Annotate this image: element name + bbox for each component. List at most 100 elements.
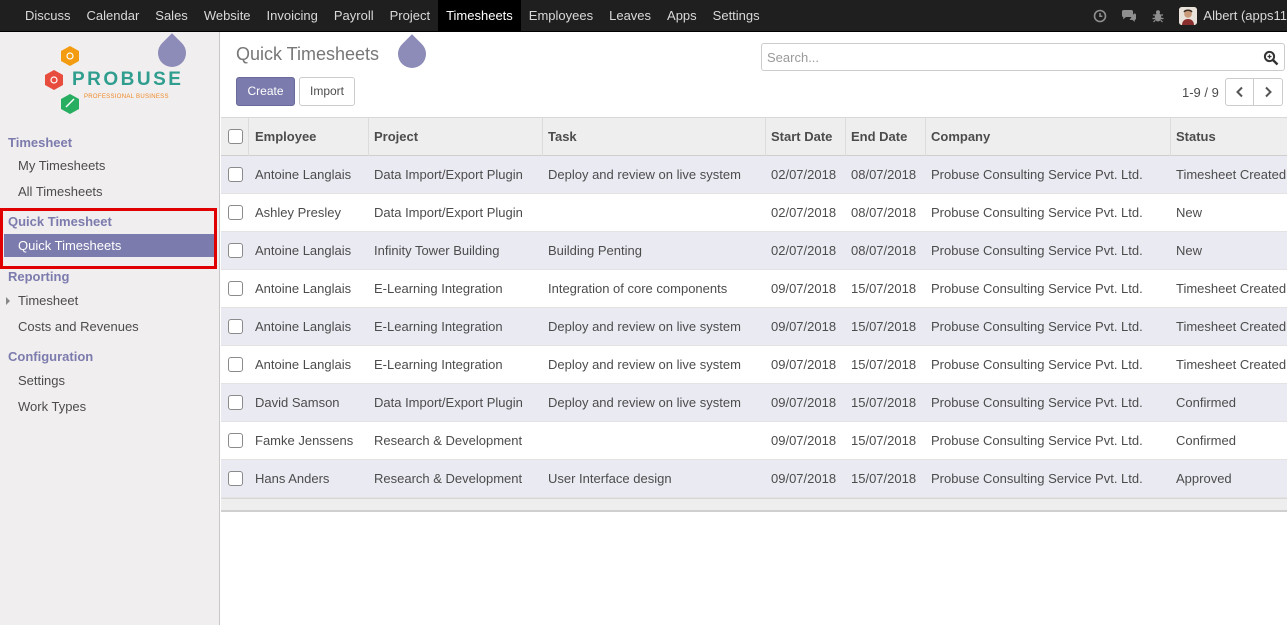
cell-end-date: 08/07/2018	[851, 167, 917, 182]
section-reporting: Reporting	[8, 269, 70, 284]
avatar	[1179, 6, 1198, 25]
clock-icon[interactable]	[1085, 0, 1114, 31]
cell-start-date: 09/07/2018	[771, 471, 837, 486]
select-all-checkbox[interactable]	[228, 129, 243, 144]
cell-task: Deploy and review on live system	[548, 357, 741, 372]
create-button[interactable]: Create	[236, 77, 295, 106]
cell-employee: Famke Jenssens	[255, 433, 354, 448]
cell-end-date: 08/07/2018	[851, 243, 917, 258]
table-footer	[221, 498, 1287, 512]
cell-status: Timesheet Created	[1176, 319, 1287, 334]
menu-settings[interactable]: Settings	[705, 0, 768, 31]
menu-discuss[interactable]: Discuss	[17, 0, 79, 31]
cell-employee: Antoine Langlais	[255, 319, 352, 334]
app-menu: Discuss Calendar Sales Website Invoicing…	[17, 0, 768, 31]
search-icon[interactable]	[1263, 50, 1279, 66]
cell-employee: David Samson	[255, 395, 340, 410]
logo-brand: PROBUSE	[72, 69, 184, 90]
table-row[interactable]: David Samson Data Import/Export Plugin Dep…	[221, 384, 1287, 422]
search-input[interactable]	[767, 48, 1247, 66]
sidebar-item-my-timesheets[interactable]: My Timesheets	[18, 158, 105, 173]
cell-task: Building Penting	[548, 243, 642, 258]
table-row[interactable]: Antoine Langlais E-Learning Integration De…	[221, 346, 1287, 384]
table-row[interactable]: Hans Anders Research & Development User In…	[221, 460, 1287, 498]
row-checkbox[interactable]	[228, 357, 243, 372]
row-checkbox[interactable]	[228, 243, 243, 258]
row-checkbox[interactable]	[228, 167, 243, 182]
cell-end-date: 15/07/2018	[851, 395, 917, 410]
table-header: Employee Project Task Start Date End Dat…	[221, 117, 1287, 156]
sidebar-item-costs-revenues[interactable]: Costs and Revenues	[18, 319, 139, 334]
row-checkbox[interactable]	[228, 205, 243, 220]
cell-company: Probuse Consulting Service Pvt. Ltd.	[931, 471, 1143, 486]
drop-marker-icon	[392, 34, 432, 74]
cell-task: Deploy and review on live system	[548, 395, 741, 410]
menu-leaves[interactable]: Leaves	[601, 0, 659, 31]
import-button[interactable]: Import	[299, 77, 355, 106]
chat-icon[interactable]	[1114, 0, 1143, 31]
column-status[interactable]: Status	[1170, 118, 1287, 156]
row-checkbox[interactable]	[228, 433, 243, 448]
column-employee[interactable]: Employee	[249, 118, 369, 156]
cell-end-date: 08/07/2018	[851, 205, 917, 220]
user-menu[interactable]: Albert (apps11	[1172, 0, 1287, 31]
cell-start-date: 09/07/2018	[771, 433, 837, 448]
row-checkbox[interactable]	[228, 281, 243, 296]
cell-project: Research & Development	[374, 433, 523, 448]
table-row[interactable]: Famke Jenssens Research & Development 09/0…	[221, 422, 1287, 460]
sidebar-item-timesheet-report[interactable]: Timesheet	[18, 293, 78, 308]
column-end-date[interactable]: End Date	[845, 118, 926, 156]
table-row[interactable]: Antoine Langlais Infinity Tower Building B…	[221, 232, 1287, 270]
menu-timesheets[interactable]: Timesheets	[438, 0, 521, 31]
sidebar-item-settings[interactable]: Settings	[18, 373, 65, 388]
sidebar-item-all-timesheets[interactable]: All Timesheets	[18, 184, 103, 199]
chevron-left-icon	[1235, 86, 1243, 98]
menu-project[interactable]: Project	[382, 0, 438, 31]
cell-task: Deploy and review on live system	[548, 167, 741, 182]
column-start-date[interactable]: Start Date	[765, 118, 846, 156]
user-name: Albert (apps11	[1203, 8, 1287, 23]
cell-start-date: 09/07/2018	[771, 319, 837, 334]
cell-status: New	[1176, 243, 1203, 258]
cell-status: Approved	[1176, 471, 1232, 486]
cell-start-date: 02/07/2018	[771, 205, 837, 220]
sidebar-item-work-types[interactable]: Work Types	[18, 399, 86, 414]
table-row[interactable]: Antoine Langlais E-Learning Integration In…	[221, 270, 1287, 308]
cell-employee: Antoine Langlais	[255, 243, 352, 258]
pager-next-button[interactable]	[1254, 78, 1283, 106]
menu-invoicing[interactable]: Invoicing	[259, 0, 326, 31]
table-row[interactable]: Antoine Langlais Data Import/Export Plugi…	[221, 156, 1287, 194]
section-configuration: Configuration	[8, 349, 94, 364]
caret-right-icon[interactable]	[6, 297, 10, 305]
top-navbar: Discuss Calendar Sales Website Invoicing…	[0, 0, 1287, 32]
column-company[interactable]: Company	[925, 118, 1171, 156]
sidebar: PROBUSE PROFESSIONAL BUSINESS Timesheet …	[0, 32, 220, 625]
section-timesheet: Timesheet	[8, 135, 73, 150]
row-checkbox[interactable]	[228, 395, 243, 410]
cell-status: Timesheet Created	[1176, 281, 1287, 296]
cell-start-date: 09/07/2018	[771, 395, 837, 410]
cell-project: Data Import/Export Plugin	[374, 205, 523, 220]
menu-sales[interactable]: Sales	[147, 0, 196, 31]
row-checkbox[interactable]	[228, 471, 243, 486]
cell-start-date: 02/07/2018	[771, 167, 837, 182]
row-checkbox[interactable]	[228, 319, 243, 334]
column-task[interactable]: Task	[542, 118, 766, 156]
menu-apps[interactable]: Apps	[659, 0, 705, 31]
menu-employees[interactable]: Employees	[521, 0, 601, 31]
table-row[interactable]: Ashley Presley Data Import/Export Plugin 0…	[221, 194, 1287, 232]
menu-website[interactable]: Website	[196, 0, 259, 31]
menu-calendar[interactable]: Calendar	[79, 0, 148, 31]
bug-icon[interactable]	[1143, 0, 1172, 31]
column-project[interactable]: Project	[368, 118, 543, 156]
menu-payroll[interactable]: Payroll	[326, 0, 382, 31]
table-row[interactable]: Antoine Langlais E-Learning Integration De…	[221, 308, 1287, 346]
pager-value[interactable]: 1-9 / 9	[1182, 85, 1219, 100]
cell-employee: Hans Anders	[255, 471, 330, 486]
cell-employee: Antoine Langlais	[255, 167, 352, 182]
cell-project: E-Learning Integration	[374, 357, 503, 372]
cell-end-date: 15/07/2018	[851, 357, 917, 372]
cell-task: Deploy and review on live system	[548, 319, 741, 334]
header-select-cell	[221, 118, 249, 156]
pager-previous-button[interactable]	[1225, 78, 1254, 106]
